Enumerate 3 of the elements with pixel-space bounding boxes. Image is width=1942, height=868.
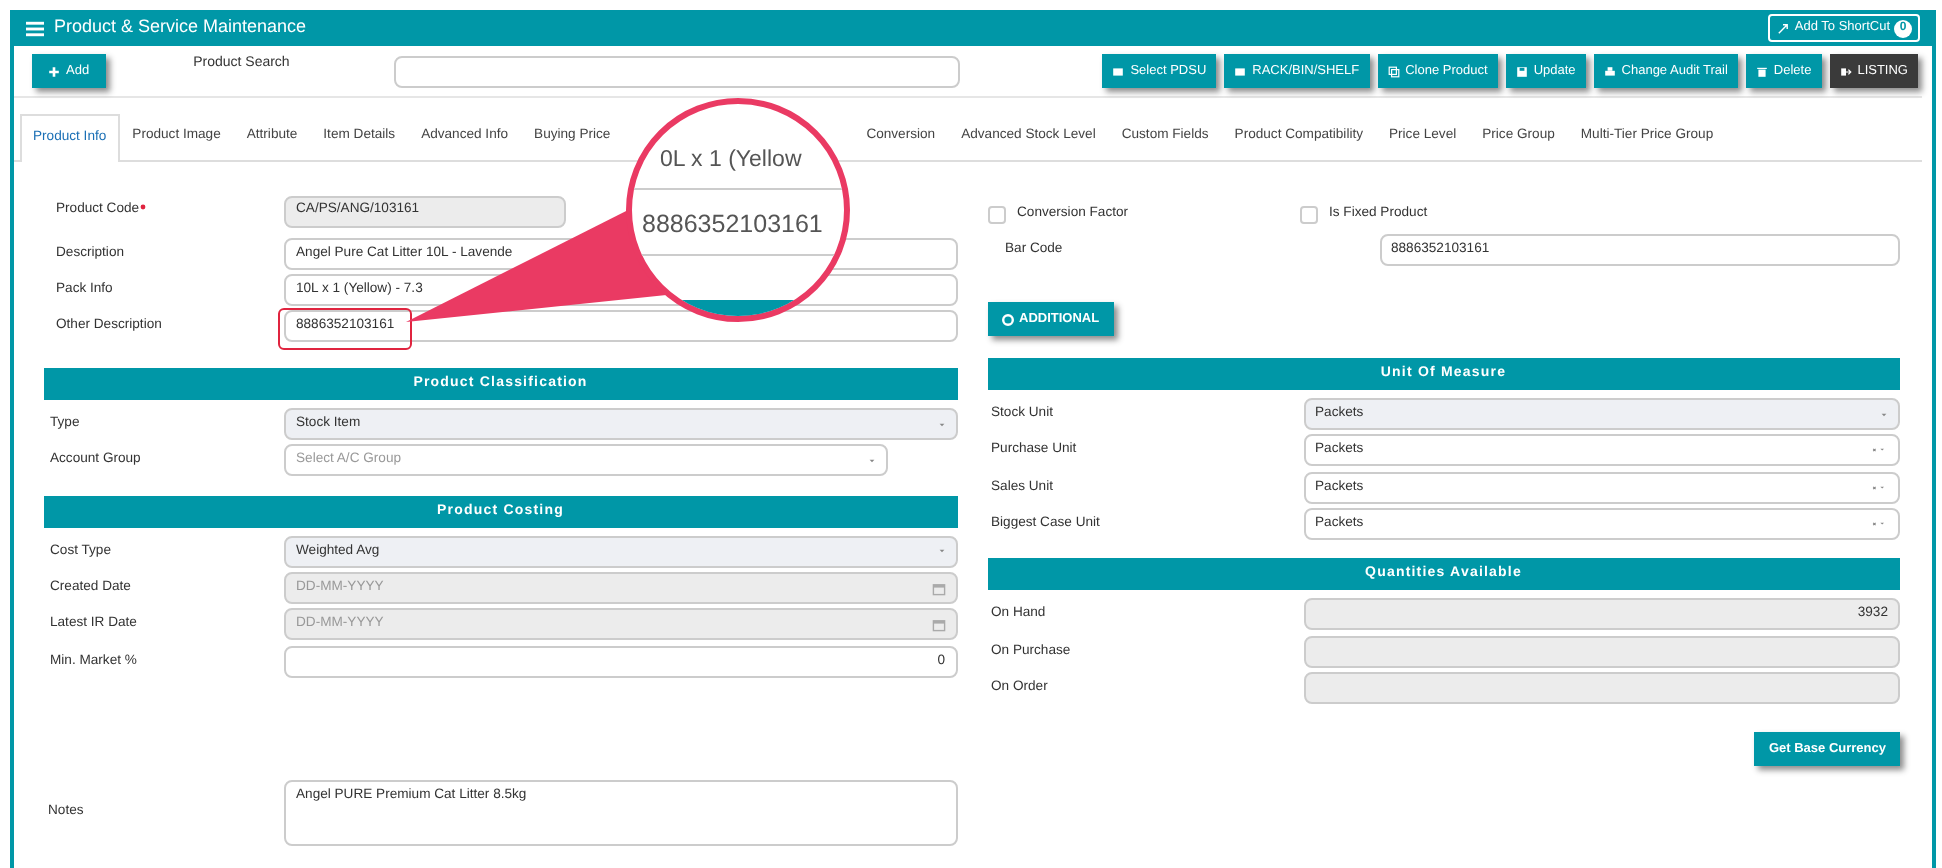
magnified-text: 8886352103161 <box>642 208 823 242</box>
magnified-text: 0L x 1 (Yellow <box>660 146 802 176</box>
window-title: Product & Service Maintenance <box>54 14 307 41</box>
